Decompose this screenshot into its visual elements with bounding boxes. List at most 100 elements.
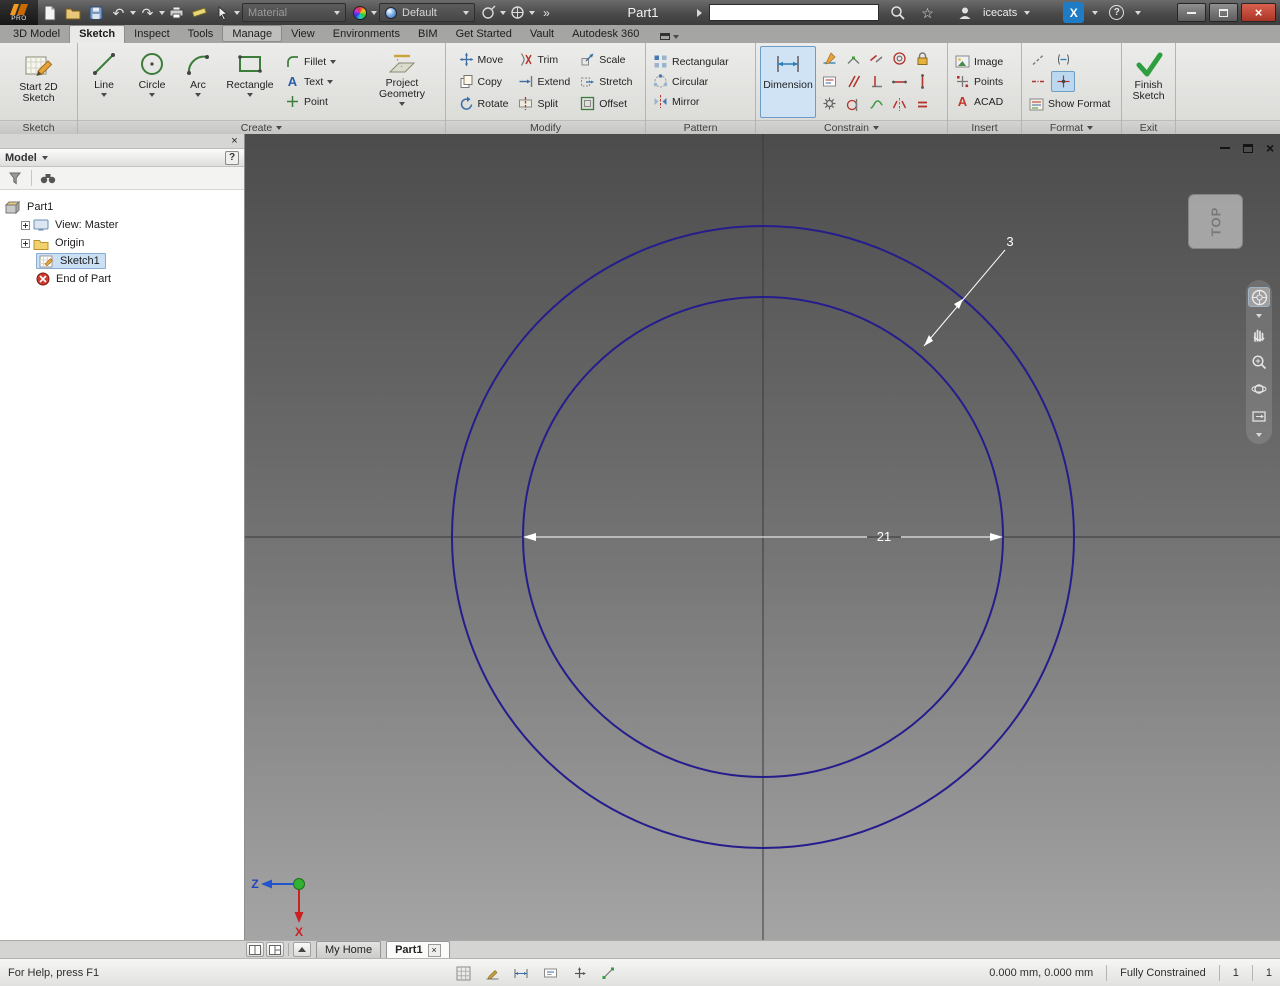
user-dropdown-icon[interactable] [1024,10,1031,15]
part1-tab-close-icon[interactable]: × [427,943,441,957]
print-button[interactable] [166,2,187,23]
open-button[interactable] [62,2,83,23]
collinear-constraint-button[interactable] [866,48,887,69]
constraint-display-button[interactable] [598,963,618,983]
undo-button[interactable]: ↶ [108,2,129,23]
navigation-wheel-dropdown-icon[interactable] [1256,314,1262,318]
tab-bim[interactable]: BIM [409,25,447,43]
scale-tool-button[interactable]: Scale [577,50,635,70]
dof-display-button[interactable] [569,963,589,983]
trim-tool-button[interactable]: Trim [515,50,573,70]
tangent-constraint-button[interactable] [843,94,864,115]
panel-label-format[interactable]: Format [1022,120,1121,134]
redo-button[interactable]: ↷ [137,2,158,23]
orbit-button[interactable] [1248,379,1270,399]
extend-tool-button[interactable]: Extend [515,72,573,92]
tab-part1-document[interactable]: Part1 × [386,941,450,958]
navbar-more-dropdown-icon[interactable] [1256,433,1262,437]
appearance-combo[interactable]: Default [379,3,475,22]
symmetric-constraint-button[interactable] [889,94,910,115]
undo-dropdown-icon[interactable] [130,10,136,15]
browser-title-dropdown-icon[interactable] [41,155,48,160]
center-point-toggle-button[interactable] [1051,71,1075,92]
pan-button[interactable] [1248,325,1270,345]
material-adjust-button[interactable] [349,2,370,23]
rectangle-tool-button[interactable]: Rectangle [221,46,279,118]
precise-input-button[interactable] [540,963,560,983]
fillet-tool-button[interactable]: Fillet [282,52,366,72]
select-filter-button[interactable] [212,2,233,23]
document-restore-button[interactable] [1243,143,1253,153]
search-button[interactable] [887,2,908,23]
panel-label-pattern[interactable]: Pattern [646,120,755,134]
panel-label-modify[interactable]: Modify [446,120,645,134]
perpendicular-constraint-button[interactable] [866,71,887,92]
redo-dropdown-icon[interactable] [159,10,165,15]
show-constraints-button[interactable] [819,71,840,92]
tile-windows-button[interactable] [266,942,284,957]
show-format-button[interactable]: Show Format [1026,94,1113,114]
parallel-constraint-button[interactable] [843,71,864,92]
document-close-button[interactable]: × [1266,141,1274,155]
tree-row-end-of-part[interactable]: End of Part [4,270,244,288]
circle-tool-button[interactable]: Circle [129,46,175,118]
text-tool-button[interactable]: A Text [282,72,366,92]
insert-acad-button[interactable]: A ACAD [952,92,1006,112]
minimize-window-button[interactable] [1177,3,1206,22]
move-tool-button[interactable]: Move [456,50,512,70]
split-tool-button[interactable]: Split [515,94,573,114]
visual-style-button[interactable] [507,2,528,23]
panel-label-create[interactable]: Create [78,120,445,134]
insert-image-button[interactable]: Image [952,52,1006,72]
equal-constraint-button[interactable] [912,94,933,115]
panel-label-exit[interactable]: Exit [1122,120,1175,134]
appearance-adjust-dropdown-icon[interactable] [500,10,506,15]
favorites-button[interactable]: ☆ [917,2,938,23]
snap-grid-button[interactable] [453,963,473,983]
search-input[interactable] [709,4,879,21]
measure-button[interactable] [189,2,210,23]
save-button[interactable] [85,2,106,23]
driven-dimension-toggle-button[interactable] [1051,49,1075,70]
expander-plus-icon[interactable] [21,238,30,248]
view-cube[interactable]: TOP [1188,194,1243,249]
arrange-windows-button[interactable] [246,942,264,957]
browser-filter-button[interactable] [6,169,24,187]
dimension-gap-value[interactable]: 3 [1006,234,1013,249]
circular-pattern-button[interactable]: Circular [650,72,732,92]
sign-in-button[interactable] [954,2,975,23]
smooth-constraint-button[interactable] [866,94,887,115]
select-filter-dropdown-icon[interactable] [234,10,240,15]
rectangular-pattern-button[interactable]: Rectangular [650,52,732,72]
new-document-button[interactable] [39,2,60,23]
insert-points-button[interactable]: Points [952,72,1006,92]
arc-tool-button[interactable]: Arc [178,46,218,118]
browser-find-button[interactable] [39,169,57,187]
appearance-adjust-button[interactable] [478,2,499,23]
auto-dimension-button[interactable] [819,49,840,70]
quick-access-overflow-button[interactable]: » [536,2,557,23]
look-at-button[interactable] [1248,406,1270,426]
exchange-dropdown-icon[interactable] [1092,10,1099,15]
material-adjust-dropdown-icon[interactable] [371,10,377,15]
coincident-constraint-button[interactable] [843,48,864,69]
browser-close-icon[interactable]: × [228,135,241,147]
construction-mode-button[interactable] [482,963,502,983]
copy-tool-button[interactable]: Copy [456,72,512,92]
finish-sketch-button[interactable]: Finish Sketch [1126,46,1171,118]
tree-row-view-master[interactable]: View: Master [4,216,244,234]
rotate-tool-button[interactable]: Rotate [456,94,512,114]
constraint-settings-button[interactable] [819,93,840,114]
centerline-toggle-button[interactable] [1026,71,1050,92]
tab-vault[interactable]: Vault [521,25,563,43]
material-combo[interactable]: Material [242,3,346,22]
help-button[interactable]: ? [1106,2,1127,23]
fix-constraint-button[interactable] [912,48,933,69]
tree-row-part[interactable]: Part1 [4,198,244,216]
panel-label-insert[interactable]: Insert [948,120,1021,134]
tab-view[interactable]: View [282,25,324,43]
panel-label-sketch[interactable]: Sketch [0,120,77,134]
dimension-gap[interactable]: 3 [923,234,1014,347]
navigation-wheel-button[interactable] [1248,287,1270,307]
tab-get-started[interactable]: Get Started [447,25,521,43]
